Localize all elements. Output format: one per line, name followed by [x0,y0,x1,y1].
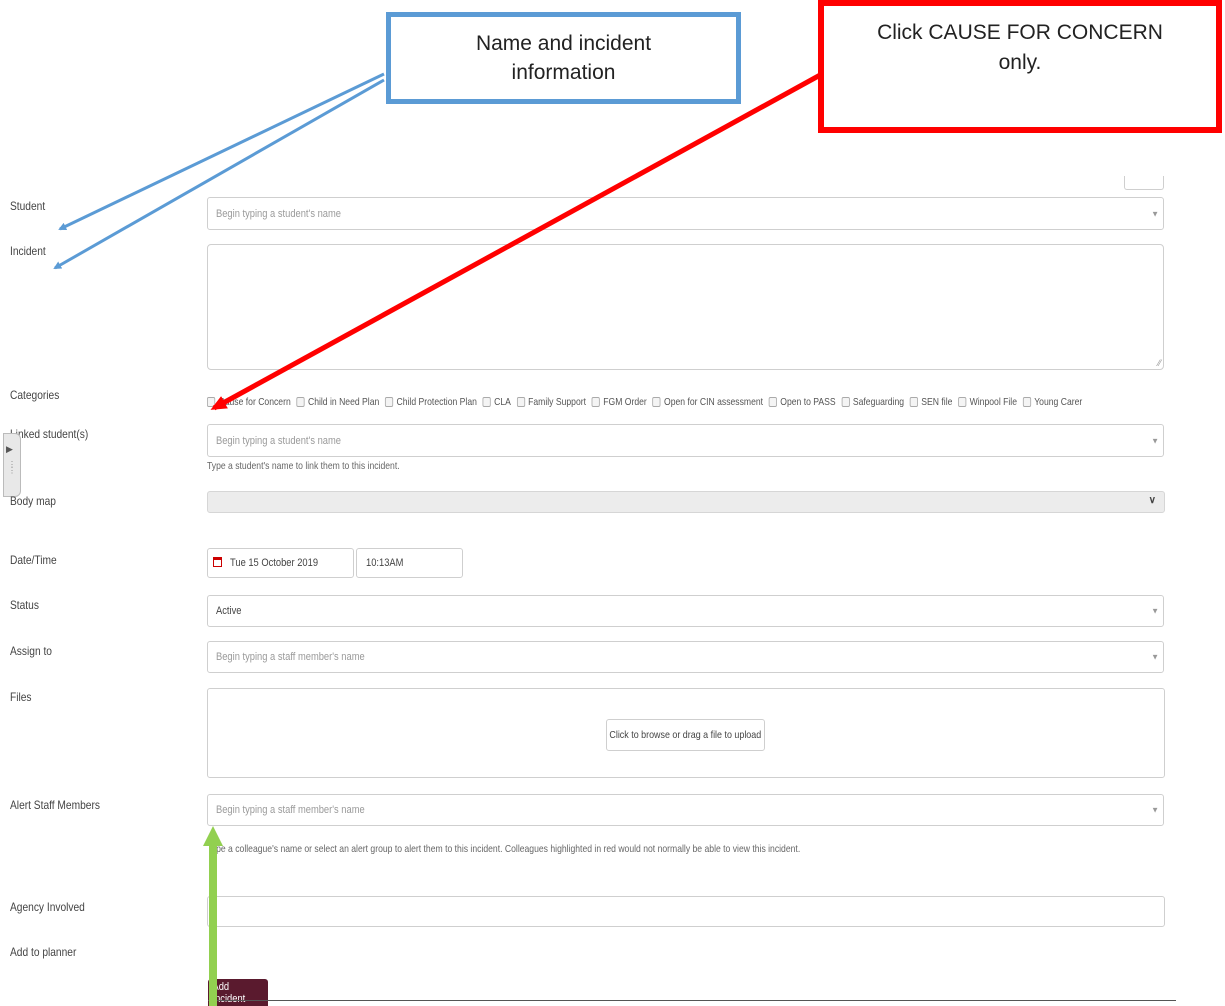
category-cause-for-concern[interactable]: Cause for Concern [207,395,291,409]
caret-down-icon: ▼ [1151,805,1159,815]
category-label: Child in Need Plan [307,396,380,408]
category-label: Family Support [528,396,587,408]
calendar-icon [213,557,222,567]
agency-label: Agency Involved [10,900,85,914]
categories-list: Cause for Concern Child in Need Plan Chi… [207,395,1082,409]
files-label: Files [10,690,32,704]
date-value: Tue 15 October 2019 [230,557,319,569]
agency-input[interactable] [207,896,1165,927]
add-incident-button[interactable]: Add Incident [208,979,268,1006]
checkbox[interactable] [768,397,777,407]
checkbox[interactable] [958,397,967,407]
category-safeguarding[interactable]: Safeguarding [841,395,904,409]
incident-textarea[interactable]: ⁄⁄ [207,244,1164,370]
category-label: CLA [494,396,511,408]
linked-student-input[interactable]: Begin typing a student's name ▼ [207,424,1164,457]
checkbox[interactable] [296,397,305,407]
category-child-in-need-plan[interactable]: Child in Need Plan [296,395,379,409]
category-label: Child Protection Plan [396,396,477,408]
status-select[interactable]: Active ▼ [207,595,1164,627]
callout-cause-for-concern: Click CAUSE FOR CONCERN only. [818,0,1222,133]
category-label: Open to PASS [780,396,836,408]
callout-name-incident: Name and incident information [386,12,741,104]
assign-input[interactable]: Begin typing a staff member's name ▼ [207,641,1164,673]
caret-down-icon: ▼ [1151,606,1159,616]
category-open-for-cin-assessment[interactable]: Open for CIN assessment [652,395,764,409]
resize-handle-icon[interactable]: ⁄⁄ [1158,358,1161,368]
callout-red-text: Click CAUSE FOR CONCERN only. [877,21,1163,75]
student-placeholder: Begin typing a student's name [216,207,341,220]
time-input[interactable]: 10:13AM [356,548,463,578]
category-open-to-pass[interactable]: Open to PASS [768,395,836,409]
alert-label: Alert Staff Members [10,798,100,812]
incident-label: Incident [10,244,46,258]
assign-placeholder: Begin typing a staff member's name [216,651,365,663]
caret-down-icon: ▼ [1151,436,1159,445]
status-value: Active [216,605,242,617]
grip-icon: ⋮ ⋮ [8,460,16,475]
checkbox[interactable] [909,397,919,407]
alert-placeholder: Begin typing a staff member's name [216,804,365,816]
checkbox[interactable] [841,397,850,407]
alert-staff-input[interactable]: Begin typing a staff member's name ▼ [207,794,1164,826]
categories-label: Categories [10,388,60,402]
time-value: 10:13AM [366,557,404,569]
category-label: FGM Order [603,396,647,408]
category-label: SEN file [921,396,953,408]
callout-blue-text: Name and incident information [475,31,652,84]
category-label: Winpool File [969,396,1018,408]
side-panel-handle[interactable]: ▶ ⋮ ⋮ [3,433,21,497]
category-sen-file[interactable]: SEN file [909,395,953,409]
checkbox[interactable] [207,397,216,407]
category-label: Cause for Concern [218,396,291,408]
checkbox[interactable] [385,397,394,407]
linked-placeholder: Begin typing a student's name [216,434,341,447]
category-winpool-file[interactable]: Winpool File [958,395,1017,409]
body-map-select[interactable]: ∨ [207,491,1165,513]
student-input[interactable]: Begin typing a student's name ▼ [207,197,1164,230]
checkbox[interactable] [516,397,525,407]
category-cla[interactable]: CLA [482,395,511,409]
category-child-protection-plan[interactable]: Child Protection Plan [385,395,477,409]
student-label: Student [10,199,46,213]
category-family-support[interactable]: Family Support [516,395,587,409]
blue-arrow-incident [53,78,385,270]
file-dropzone[interactable]: Click to browse or drag a file to upload [207,688,1165,778]
caret-down-icon: ▼ [1151,652,1159,662]
linked-help: Type a student's name to link them to th… [207,460,400,472]
checkbox[interactable] [482,397,491,407]
body-map-label: Body map [10,494,56,508]
planner-label: Add to planner [10,945,77,959]
divider [208,1000,1176,1001]
top-right-control[interactable] [1124,176,1164,190]
checkbox[interactable] [652,397,661,407]
date-input[interactable]: Tue 15 October 2019 [207,548,354,578]
upload-button-label: Click to browse or drag a file to upload [609,729,762,741]
category-fgm-order[interactable]: FGM Order [591,395,647,409]
assign-label: Assign to [10,644,52,658]
alert-help: Type a colleague's name or select an ale… [207,843,801,855]
chevron-right-icon: ▶ [6,444,13,454]
category-label: Young Carer [1034,396,1083,408]
category-young-carer[interactable]: Young Carer [1022,395,1083,409]
chevron-down-icon: ∨ [1148,495,1156,506]
checkbox[interactable] [1022,397,1031,407]
category-label: Open for CIN assessment [663,396,764,408]
linked-label: Linked student(s) [10,427,89,441]
status-label: Status [10,598,39,612]
caret-down-icon: ▼ [1151,209,1159,218]
datetime-label: Date/Time [10,553,57,567]
checkbox[interactable] [591,397,600,407]
category-label: Safeguarding [852,396,905,408]
upload-button[interactable]: Click to browse or drag a file to upload [606,719,765,751]
